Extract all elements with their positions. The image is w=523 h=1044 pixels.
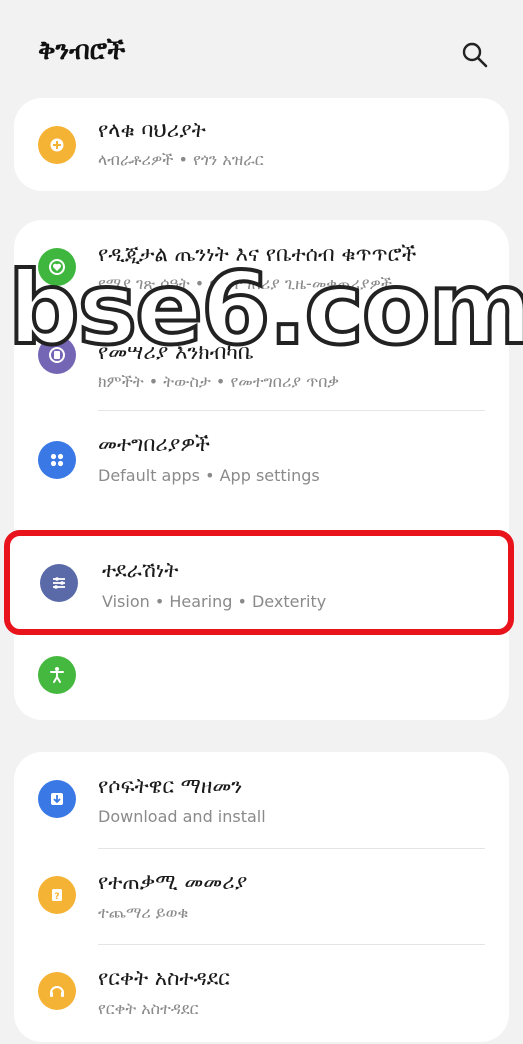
page-title: ቅንብሮች <box>38 36 126 66</box>
settings-item-user-manual[interactable]: ? የተጠቃሚ መመሪያ ተጨማሪ ይወቁ <box>14 848 509 948</box>
settings-item-apps[interactable]: መተግበሪያዎች Default apps • App settings <box>14 410 509 510</box>
download-icon <box>38 780 76 818</box>
item-title: ተደራሽነት <box>102 558 179 582</box>
item-subtitle: ክምችት • ትውስታ • የመተግበሪያ ጥበቃ <box>98 372 340 391</box>
item-subtitle: Vision • Hearing • Dexterity <box>102 592 327 611</box>
item-subtitle: የርቀት አስተዳደር <box>98 999 199 1018</box>
settings-item-software-update[interactable]: የሶፍትዌር ማዘመን Download and install <box>14 752 509 852</box>
svg-text:?: ? <box>54 892 59 902</box>
app-header: ቅንብሮች <box>0 0 523 100</box>
watermark: bse6.com <box>6 248 523 369</box>
item-title: የሶፍትዌር ማዘመን <box>98 774 243 798</box>
item-subtitle: Default apps • App settings <box>98 466 320 485</box>
item-subtitle: Download and install <box>98 807 266 826</box>
accessibility-icon <box>38 656 76 694</box>
search-icon[interactable] <box>460 40 490 70</box>
item-title: የተጠቃሚ መመሪያ <box>98 870 248 894</box>
highlight-general-management[interactable]: ተደራሽነት Vision • Hearing • Dexterity <box>4 530 514 635</box>
manual-icon: ? <box>38 876 76 914</box>
settings-item-advanced-features[interactable]: የላቁ ባህሪያት ላብራቶሪዎች • የጎን አዝራር <box>14 98 509 191</box>
item-title: የርቀት አስተዳደር <box>98 966 230 990</box>
item-title: የላቁ ባህሪያት <box>98 118 206 142</box>
item-subtitle: ላብራቶሪዎች • የጎን አዝራር <box>98 150 264 169</box>
item-title: መተግበሪያዎች <box>98 432 210 456</box>
item-subtitle: ተጨማሪ ይወቁ <box>98 903 189 922</box>
headset-icon <box>38 972 76 1010</box>
gear-plus-icon <box>38 126 76 164</box>
settings-item-accessibility[interactable] <box>14 630 509 720</box>
settings-item-remote-support[interactable]: የርቀት አስተዳደር የርቀት አስተዳደር <box>14 944 509 1044</box>
settings-card-support: የሶፍትዌር ማዘመን Download and install ? የተጠቃሚ… <box>14 752 509 1042</box>
settings-card-advanced: የላቁ ባህሪያት ላብራቶሪዎች • የጎን አዝራር <box>14 98 509 191</box>
sliders-icon <box>40 564 78 602</box>
apps-grid-icon <box>38 441 76 479</box>
